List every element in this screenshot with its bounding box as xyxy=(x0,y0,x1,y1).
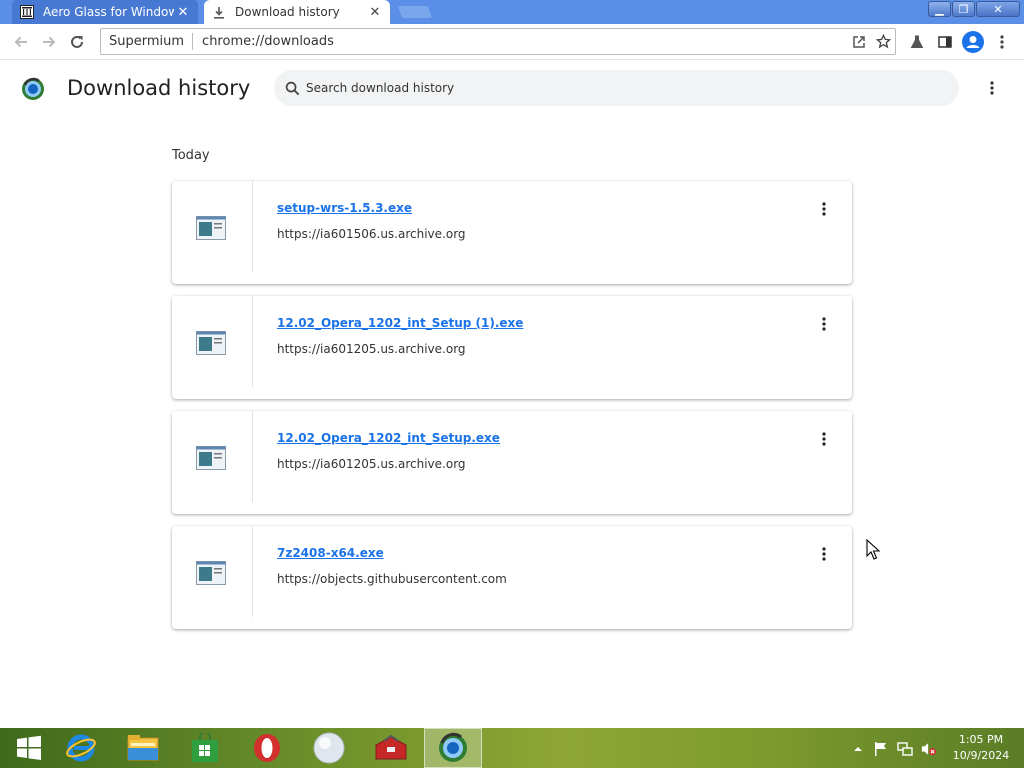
forward-arrow-icon xyxy=(43,36,56,48)
site-chip[interactable]: Supermium xyxy=(101,33,194,50)
address-url[interactable]: chrome://downloads xyxy=(193,34,847,49)
back-button[interactable] xyxy=(9,30,33,54)
taskbar-store[interactable] xyxy=(176,728,234,768)
download-file-link[interactable]: 7z2408-x64.exe xyxy=(277,546,384,560)
show-hidden-icons-chevron-icon[interactable] xyxy=(850,741,866,757)
date-section-header: Today xyxy=(172,148,210,163)
clock-time: 1:05 PM xyxy=(958,733,1004,746)
mouse-cursor-icon xyxy=(866,538,881,564)
search-input[interactable] xyxy=(306,81,906,95)
taskbar: 1:05 PM 10/9/2024 xyxy=(0,728,1024,768)
start-button[interactable] xyxy=(0,728,58,768)
restore-button[interactable]: ❐ xyxy=(952,1,975,17)
tab-download-history[interactable]: Download history ✕ xyxy=(204,0,390,24)
back-arrow-icon xyxy=(14,36,27,48)
more-actions-icon[interactable] xyxy=(980,76,1004,100)
download-item: 12.02_Opera_1202_int_Setup.exe https://i… xyxy=(172,411,852,514)
supermium-icon xyxy=(439,732,467,762)
title-bar: Aero Glass for Windows ✕ Download histor… xyxy=(0,0,1024,24)
bookmark-star-icon[interactable] xyxy=(871,34,895,49)
clock-date: 10/9/2024 xyxy=(952,749,1010,762)
browser-ball-icon xyxy=(313,732,345,764)
download-source-url: https://ia601506.us.archive.org xyxy=(277,227,466,241)
download-item: 7z2408-x64.exe https://objects.githubuse… xyxy=(172,526,852,629)
download-file-link[interactable]: setup-wrs-1.5.3.exe xyxy=(277,201,412,215)
file-explorer-icon xyxy=(127,735,159,761)
close-window-button[interactable]: ✕ xyxy=(976,1,1020,17)
file-icon xyxy=(196,331,226,358)
card-divider xyxy=(252,526,253,617)
taskbar-toolbox[interactable] xyxy=(362,728,420,768)
system-clock[interactable]: 1:05 PM 10/9/2024 xyxy=(948,732,1014,764)
forward-button[interactable] xyxy=(37,30,61,54)
network-icon[interactable] xyxy=(897,741,913,757)
reload-icon xyxy=(71,35,83,48)
profile-avatar-icon[interactable] xyxy=(961,30,985,54)
internet-explorer-icon xyxy=(66,734,96,762)
download-file-link[interactable]: 12.02_Opera_1202_int_Setup (1).exe xyxy=(277,316,523,330)
file-icon xyxy=(196,561,226,588)
download-source-url: https://ia601205.us.archive.org xyxy=(277,342,466,356)
item-more-icon[interactable] xyxy=(812,314,836,334)
card-divider xyxy=(252,181,253,272)
browser-menu-icon[interactable] xyxy=(990,30,1014,54)
download-source-url: https://ia601205.us.archive.org xyxy=(277,457,466,471)
address-bar[interactable]: Supermium chrome://downloads xyxy=(100,28,896,55)
opera-icon xyxy=(254,734,280,762)
volume-muted-icon[interactable] xyxy=(921,741,937,757)
start-icon xyxy=(17,735,41,760)
toolbox-icon xyxy=(375,734,407,760)
file-icon xyxy=(196,216,226,243)
download-item: setup-wrs-1.5.3.exe https://ia601506.us.… xyxy=(172,181,852,284)
card-divider xyxy=(252,296,253,387)
tab-title: Download history xyxy=(235,5,340,19)
file-icon xyxy=(196,446,226,473)
browser-toolbar: Supermium chrome://downloads xyxy=(0,24,1024,60)
card-divider xyxy=(252,411,253,502)
search-box[interactable] xyxy=(274,70,959,106)
supermium-logo-icon xyxy=(21,77,45,104)
taskbar-file-explorer[interactable] xyxy=(114,728,172,768)
download-icon xyxy=(212,5,226,19)
item-more-icon[interactable] xyxy=(812,199,836,219)
action-center-flag-icon[interactable] xyxy=(873,741,889,757)
store-icon xyxy=(192,733,218,762)
reload-button[interactable] xyxy=(65,30,89,54)
side-panel-icon[interactable] xyxy=(933,30,957,54)
item-more-icon[interactable] xyxy=(812,544,836,564)
tab-aero-glass[interactable]: Aero Glass for Windows ✕ xyxy=(12,0,198,24)
new-tab-button[interactable] xyxy=(397,6,433,18)
page-title: Download history xyxy=(67,76,251,100)
labs-flask-icon[interactable] xyxy=(905,30,929,54)
taskbar-supermium[interactable] xyxy=(424,728,482,768)
taskbar-opera[interactable] xyxy=(238,728,296,768)
tab-close-icon[interactable]: ✕ xyxy=(366,5,384,20)
download-file-link[interactable]: 12.02_Opera_1202_int_Setup.exe xyxy=(277,431,500,445)
item-more-icon[interactable] xyxy=(812,429,836,449)
taskbar-browser-ball[interactable] xyxy=(300,728,358,768)
search-icon xyxy=(285,81,300,96)
download-item: 12.02_Opera_1202_int_Setup (1).exe https… xyxy=(172,296,852,399)
tab-title: Aero Glass for Windows xyxy=(43,5,174,19)
share-icon[interactable] xyxy=(847,35,871,49)
tab-close-icon[interactable]: ✕ xyxy=(174,5,192,20)
archive-org-icon xyxy=(20,5,34,19)
downloads-page: Download history Today setup-wrs-1.5.3.e… xyxy=(0,61,1024,728)
taskbar-internet-explorer[interactable] xyxy=(52,728,110,768)
minimize-button[interactable]: ▁ xyxy=(928,1,951,17)
download-source-url: https://objects.githubusercontent.com xyxy=(277,572,507,586)
